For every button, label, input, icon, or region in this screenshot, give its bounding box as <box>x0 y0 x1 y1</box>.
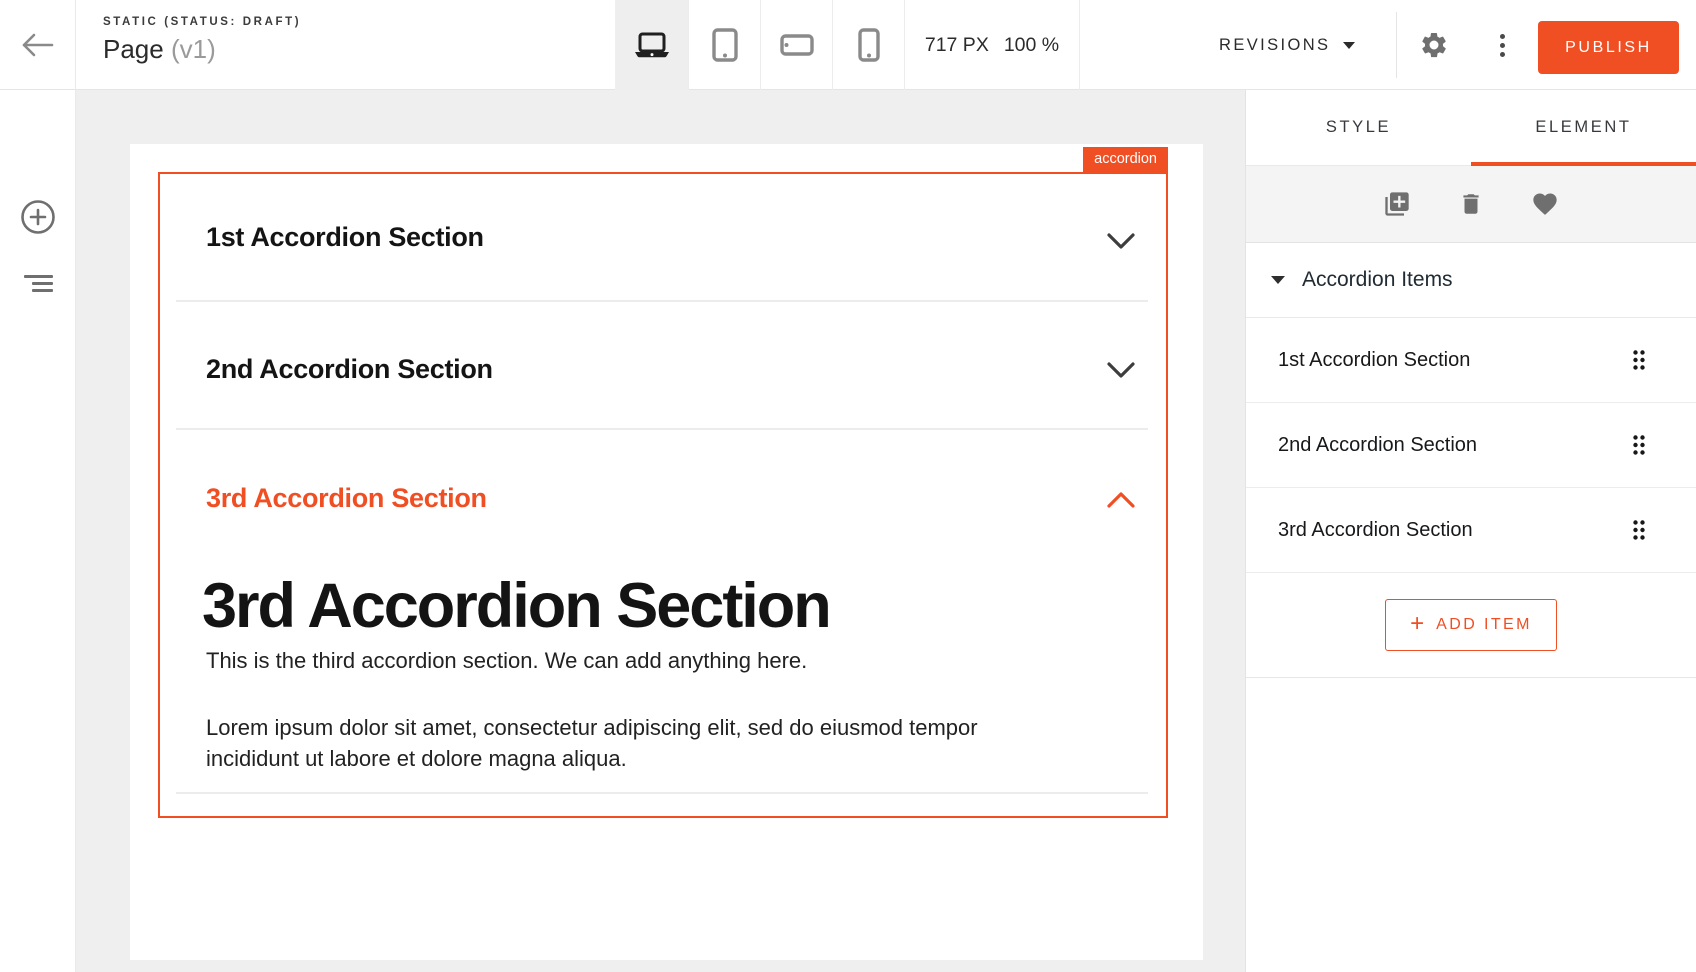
drag-handle[interactable] <box>1632 349 1646 371</box>
arrow-left-icon <box>21 33 55 57</box>
accordion-section-1-title[interactable]: 1st Accordion Section <box>206 222 484 253</box>
page-title-block: STATIC (STATUS: DRAFT) Page (v1) <box>103 16 301 65</box>
gear-icon <box>1419 30 1449 60</box>
layers-icon <box>24 275 53 292</box>
accordion-divider <box>176 300 1148 302</box>
panel-item-2[interactable]: 2nd Accordion Section <box>1246 403 1696 488</box>
add-item-button[interactable]: + ADD ITEM <box>1385 599 1557 651</box>
panel-item-3[interactable]: 3rd Accordion Section <box>1246 488 1696 573</box>
back-button[interactable] <box>0 0 76 90</box>
device-desktop-button[interactable] <box>616 0 688 90</box>
chevron-down-icon[interactable] <box>1107 362 1135 378</box>
status-label: STATIC (STATUS: DRAFT) <box>103 16 301 28</box>
drag-handle[interactable] <box>1632 519 1646 541</box>
viewport-width: 717 PX <box>925 34 989 57</box>
accordion-divider <box>176 792 1148 794</box>
favorite-button[interactable] <box>1530 189 1560 219</box>
expanded-section-paragraph[interactable]: Lorem ipsum dolor sit amet, consectetur … <box>206 712 1038 774</box>
panel-item-label: 3rd Accordion Section <box>1278 519 1473 542</box>
zoom-level: 100 % <box>1004 34 1059 57</box>
group-title: Accordion Items <box>1302 268 1453 292</box>
device-preview-switcher <box>615 0 905 90</box>
accordion-divider <box>176 428 1148 430</box>
accordion-section-2-title[interactable]: 2nd Accordion Section <box>206 354 493 385</box>
more-options-button[interactable] <box>1493 29 1511 61</box>
laptop-icon <box>633 31 671 59</box>
left-toolbar <box>0 90 76 972</box>
triangle-down-icon <box>1271 276 1285 284</box>
tab-style[interactable]: STYLE <box>1246 90 1471 165</box>
drag-dots-icon <box>1632 349 1646 371</box>
heart-icon <box>1530 190 1560 218</box>
inspector-panel: STYLE ELEMENT Accordion Items 1st Accord… <box>1245 90 1696 972</box>
device-landscape-button[interactable] <box>760 0 832 90</box>
duplicate-icon <box>1383 190 1411 218</box>
panel-tabs: STYLE ELEMENT <box>1246 90 1696 166</box>
caret-down-icon <box>1343 42 1355 49</box>
revisions-dropdown[interactable]: REVISIONS <box>1219 0 1355 90</box>
selection-tag: accordion <box>1083 147 1168 172</box>
duplicate-button[interactable] <box>1382 189 1412 219</box>
tab-element[interactable]: ELEMENT <box>1471 90 1696 165</box>
settings-button[interactable] <box>1419 30 1449 60</box>
layers-button[interactable] <box>0 255 76 311</box>
accordion-items-group-header[interactable]: Accordion Items <box>1246 243 1696 318</box>
topbar: STATIC (STATUS: DRAFT) Page (v1) 717 PX … <box>0 0 1696 90</box>
page-title: Page (v1) <box>103 34 301 65</box>
device-tablet-button[interactable] <box>688 0 760 90</box>
delete-button[interactable] <box>1456 189 1486 219</box>
chevron-down-icon[interactable] <box>1107 233 1135 249</box>
element-actions-toolbar <box>1246 166 1696 243</box>
topbar-divider <box>1396 12 1397 78</box>
panel-item-label: 2nd Accordion Section <box>1278 434 1477 457</box>
kebab-icon <box>1500 34 1505 39</box>
accordion-section-3-title[interactable]: 3rd Accordion Section <box>206 483 487 514</box>
drag-handle[interactable] <box>1632 434 1646 456</box>
page-artboard[interactable]: accordion 1st Accordion Section 2nd Acco… <box>130 144 1203 960</box>
editor-app: STATIC (STATUS: DRAFT) Page (v1) 717 PX … <box>0 0 1696 972</box>
page-version: (v1) <box>171 34 216 64</box>
tablet-icon <box>712 28 738 62</box>
phone-portrait-icon <box>858 28 880 62</box>
chevron-up-icon[interactable] <box>1107 492 1135 508</box>
expanded-section-heading[interactable]: 3rd Accordion Section <box>202 572 830 640</box>
page-name: Page <box>103 34 164 64</box>
plus-circle-icon <box>20 199 56 235</box>
revisions-label: REVISIONS <box>1219 36 1330 55</box>
drag-dots-icon <box>1632 434 1646 456</box>
panel-item-label: 1st Accordion Section <box>1278 349 1470 372</box>
viewport-info: 717 PX 100 % <box>905 0 1080 90</box>
panel-item-1[interactable]: 1st Accordion Section <box>1246 318 1696 403</box>
active-tab-underline <box>1471 162 1696 166</box>
add-item-container: + ADD ITEM <box>1246 573 1696 678</box>
plus-icon: + <box>1410 612 1424 636</box>
add-item-label: ADD ITEM <box>1436 616 1532 634</box>
trash-icon <box>1458 191 1484 217</box>
selected-accordion-element[interactable]: accordion 1st Accordion Section 2nd Acco… <box>158 172 1168 818</box>
add-element-button[interactable] <box>0 189 76 245</box>
canvas[interactable]: accordion 1st Accordion Section 2nd Acco… <box>76 90 1245 972</box>
expanded-section-subheading[interactable]: This is the third accordion section. We … <box>206 648 807 674</box>
publish-button[interactable]: PUBLISH <box>1538 21 1679 74</box>
drag-dots-icon <box>1632 519 1646 541</box>
device-phone-button[interactable] <box>832 0 904 90</box>
phone-landscape-icon <box>780 34 814 56</box>
